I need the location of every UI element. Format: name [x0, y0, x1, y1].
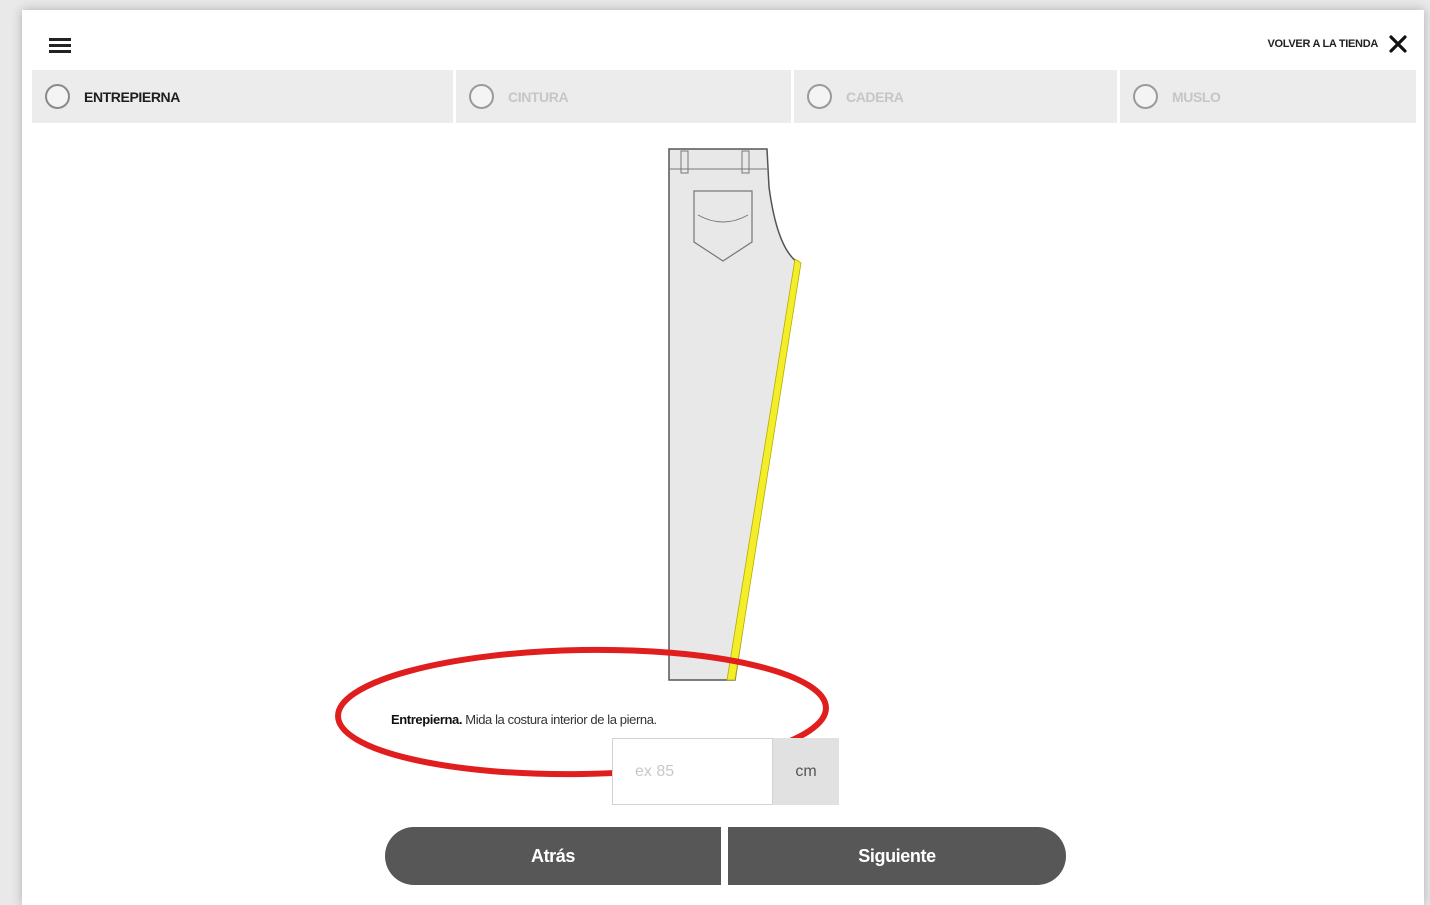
instruction-text: Entrepierna. Mida la costura interior de… — [391, 712, 657, 727]
tab-cadera[interactable]: CADERA — [794, 70, 1117, 123]
tab-cintura[interactable]: CINTURA — [456, 70, 791, 123]
radio-icon[interactable] — [469, 84, 494, 109]
hamburger-menu-icon[interactable] — [49, 38, 71, 53]
measurement-tabs: ENTREPIERNA CINTURA CADERA MUSLO — [32, 70, 1416, 123]
unit-label: cm — [773, 738, 839, 805]
close-icon[interactable] — [1386, 32, 1410, 56]
tab-label: CINTURA — [508, 88, 569, 105]
radio-icon[interactable] — [807, 84, 832, 109]
tab-muslo[interactable]: MUSLO — [1120, 70, 1416, 123]
next-button[interactable]: Siguiente — [728, 827, 1066, 885]
size-guide-panel: VOLVER A LA TIENDA ENTREPIERNA CINTURA C… — [22, 10, 1424, 905]
instruction-title: Entrepierna. — [391, 712, 463, 727]
radio-icon[interactable] — [45, 84, 70, 109]
tab-label: CADERA — [846, 88, 904, 105]
measurement-input[interactable] — [612, 738, 773, 805]
back-to-store-link[interactable]: VOLVER A LA TIENDA — [1267, 37, 1378, 51]
back-button[interactable]: Atrás — [385, 827, 721, 885]
tab-label: ENTREPIERNA — [84, 88, 180, 105]
tab-label: MUSLO — [1172, 88, 1221, 105]
measurement-field-group: cm — [612, 738, 839, 805]
pants-inseam-icon — [668, 148, 802, 681]
instruction-body: Mida la costura interior de la pierna. — [465, 712, 657, 727]
radio-icon[interactable] — [1133, 84, 1158, 109]
tab-entrepierna[interactable]: ENTREPIERNA — [32, 70, 453, 123]
